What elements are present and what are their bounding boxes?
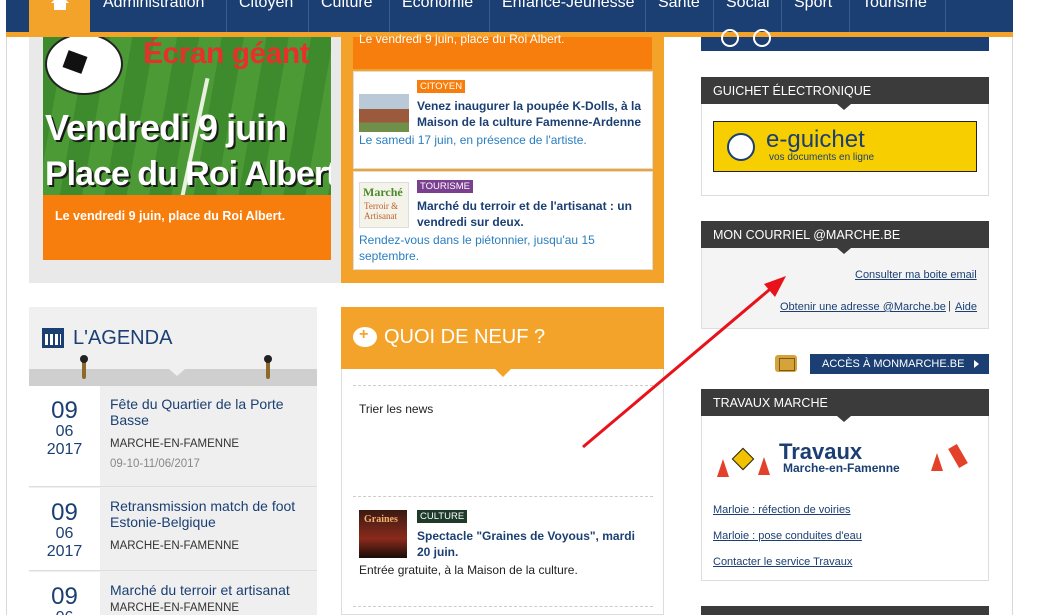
barrier-icon (948, 443, 968, 469)
news-card[interactable]: CITOYEN Venez inaugurer la poupée K-Doll… (353, 71, 653, 169)
help-link[interactable]: Aide (955, 301, 977, 313)
news-card-tag: TOURISME (417, 180, 473, 193)
id-card-chip-icon (775, 355, 797, 372)
home-button[interactable] (29, 0, 90, 32)
guichet-title: GUICHET ÉLECTRONIQUE (701, 77, 989, 110)
travaux-banner[interactable]: Travaux Marche-en-Famenne (713, 437, 977, 487)
news-card-title[interactable]: Venez inaugurer la poupée K-Dolls, à la … (417, 98, 647, 130)
poster-place-text: Place du Roi Albert (45, 155, 331, 193)
next-widget-header (701, 606, 989, 615)
news-card-desc: Rendez-vous dans le piétonnier, jusqu'au… (359, 233, 595, 263)
news-card[interactable]: Marché Terroir & Artisanat TOURISME Marc… (353, 171, 653, 270)
get-address-link[interactable]: Obtenir une adresse @Marche.be (780, 301, 946, 313)
nav-separator (308, 0, 309, 32)
travaux-logo-subtitle: Marche-en-Famenne (783, 461, 900, 475)
nav-separator (781, 0, 782, 32)
binder-ring-icon (264, 355, 272, 379)
courriel-title: MON COURRIEL @MARCHE.BE (701, 221, 989, 254)
divider (353, 496, 653, 497)
e-guichet-banner[interactable]: e-guichet vos documents en ligne (713, 121, 977, 172)
nav-separator (945, 0, 946, 32)
news-card-active-desc: Le vendredi 9 juin, place du Roi Albert. (359, 32, 565, 46)
event-place: MARCHE-EN-FAMENNE (110, 540, 240, 552)
news-tag: CULTURE (417, 510, 468, 523)
page: Administration Citoyen Culture Économie … (0, 0, 1040, 615)
agenda-event[interactable]: 09 06 2017 Fête du Quartier de la Porte … (29, 386, 317, 487)
poster-screen-text: Écran géant (143, 37, 310, 70)
calendar-icon (42, 328, 64, 348)
poster-date-text: Vendredi 9 juin (45, 107, 287, 148)
nav-separator (489, 0, 490, 32)
nav-item-sport[interactable]: Sport (794, 0, 832, 12)
event-body: Retransmission match de foot Estonie-Bel… (100, 488, 317, 570)
event-body: Fête du Quartier de la Porte Basse MARCH… (100, 386, 317, 486)
travaux-title: TRAVAUX MARCHE (701, 389, 989, 422)
event-date: 09 06 2017 (29, 386, 100, 486)
event-place: MARCHE-EN-FAMENNE (110, 438, 240, 450)
nav-separator (226, 0, 227, 32)
e-guichet-logo-text: e-guichet (766, 126, 865, 153)
binder-ring-icon (80, 355, 88, 379)
travaux-link[interactable]: Marloie : pose conduites d'eau (713, 530, 862, 542)
nav-item-culture[interactable]: Culture (321, 0, 373, 12)
travaux-link[interactable]: Contacter le service Travaux (713, 556, 852, 568)
news-thumbnail[interactable]: Graines (359, 510, 407, 558)
e-guichet-subtitle: vos documents en ligne (769, 152, 875, 163)
sort-news-link[interactable]: Trier les news (359, 402, 433, 416)
event-date: 09 06 (29, 572, 100, 615)
nav-separator (645, 0, 646, 32)
event-body: Marché du terroir et artisanat MARCHE-EN… (100, 572, 317, 615)
news-card-active[interactable]: Le vendredi 9 juin, place du Roi Albert. (353, 32, 652, 69)
event-dates: 09-10-11/06/2017 (110, 458, 200, 470)
event-title[interactable]: Retransmission match de foot Estonie-Bel… (110, 498, 307, 530)
nav-item-citoyen[interactable]: Citoyen (239, 0, 293, 12)
news-card-title[interactable]: Marché du terroir et de l'artisanat : un… (417, 198, 647, 230)
event-date: 09 06 2017 (29, 488, 100, 570)
hero-caption[interactable]: Le vendredi 9 juin, place du Roi Albert. (43, 195, 331, 260)
nav-separator (389, 0, 390, 32)
monmarche-button[interactable]: ACCÈS À MONMARCHE.BE (810, 354, 989, 374)
home-icon (51, 0, 69, 10)
traffic-cone-icon (717, 459, 729, 477)
agenda-title[interactable]: L'AGENDA (73, 327, 172, 350)
news-card-desc: Le samedi 17 juin, en présence de l'arti… (359, 133, 587, 147)
event-title[interactable]: Marché du terroir et artisanat (110, 582, 307, 598)
hero-poster-image[interactable]: Écran géant Vendredi 9 juin Place du Roi… (43, 37, 331, 195)
divider (353, 385, 653, 386)
right-banner (701, 29, 989, 51)
nav-separator (849, 0, 850, 32)
traffic-cone-icon (758, 457, 770, 475)
check-email-link[interactable]: Consulter ma boite email (855, 269, 977, 281)
travaux-link[interactable]: Marloie : réfection de voiries (713, 504, 851, 516)
warning-sign-icon (731, 447, 755, 471)
mouse-icon (727, 133, 755, 161)
nav-separator (713, 0, 714, 32)
link-separator: | (948, 300, 951, 312)
nav-item-enfance-jeunesse[interactable]: Enfance-Jeunesse (502, 0, 635, 12)
speech-bubble-icon (353, 326, 377, 347)
agenda-binder-bar (29, 369, 317, 386)
nav-item-social[interactable]: Social (726, 0, 770, 12)
divider (353, 606, 653, 607)
news-card-thumbnail (359, 94, 409, 132)
agenda-event[interactable]: 09 06 2017 Retransmission match de foot … (29, 488, 317, 571)
agenda-event[interactable]: 09 06 Marché du terroir et artisanat MAR… (29, 572, 317, 615)
nav-item-economie[interactable]: Économie (402, 0, 473, 12)
traffic-cone-icon (931, 453, 943, 471)
nav-item-tourisme[interactable]: Tourisme (862, 0, 927, 12)
quoi-de-neuf-title[interactable]: QUOI DE NEUF ? (384, 326, 545, 349)
nav-item-administration[interactable]: Administration (103, 0, 204, 12)
news-card-tag: CITOYEN (417, 80, 466, 93)
news-card-thumbnail: Marché Terroir & Artisanat (359, 182, 409, 228)
event-place: MARCHE-EN-FAMENNE (110, 602, 240, 614)
news-title[interactable]: Spectacle "Graines de Voyous", mardi 20 … (417, 528, 647, 560)
news-desc: Entrée gratuite, à la Maison de la cultu… (359, 563, 578, 577)
nav-item-sante[interactable]: Santé (658, 0, 700, 12)
event-title[interactable]: Fête du Quartier de la Porte Basse (110, 396, 307, 428)
